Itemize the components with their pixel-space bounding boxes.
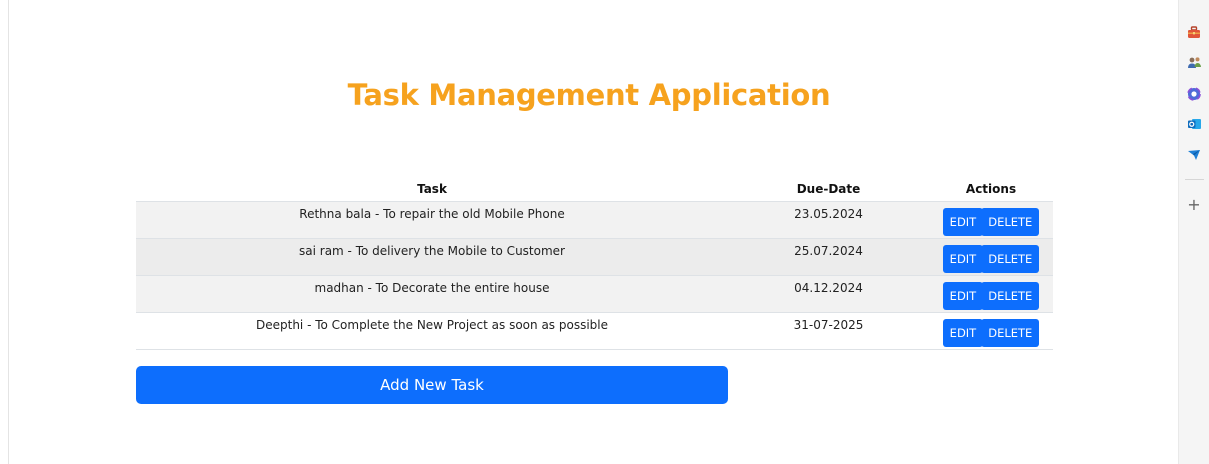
task-text: sai ram - To delivery the Mobile to Cust… [299,243,565,258]
add-new-task-button[interactable]: Add New Task [136,366,728,404]
column-header-actions: Actions [929,174,1053,202]
column-header-due-date: Due-Date [728,174,929,202]
delete-button[interactable]: DELETE [981,281,1040,310]
table-header-row: Task Due-Date Actions [136,174,1053,202]
task-cell: Deepthi - To Complete the New Project as… [136,312,728,350]
add-sidebar-app-button[interactable]: + [1186,197,1202,213]
column-header-task: Task [136,174,728,202]
due-date-cell: 31-07-2025 [728,312,929,350]
due-date-text: 23.05.2024 [794,206,863,221]
actions-cell: EDIT DELETE [929,312,1053,350]
actions-cell: EDIT DELETE [929,275,1053,313]
delete-button[interactable]: DELETE [981,244,1040,273]
table-row: Rethna bala - To repair the old Mobile P… [136,201,1053,239]
task-cell: madhan - To Decorate the entire house [136,275,728,313]
outlook-icon[interactable] [1186,116,1202,132]
due-date-text: 04.12.2024 [794,280,863,295]
due-date-cell: 04.12.2024 [728,275,929,313]
due-date-text: 31-07-2025 [793,317,864,332]
sidebar-divider [1185,179,1204,180]
page-left-border [8,0,9,464]
edit-button[interactable]: EDIT [942,244,984,273]
table-row: madhan - To Decorate the entire house 04… [136,275,1053,313]
copilot-icon[interactable] [1186,86,1202,102]
actions-cell: EDIT DELETE [929,201,1053,239]
page-title: Task Management Application [347,78,831,112]
task-text: Rethna bala - To repair the old Mobile P… [299,206,565,221]
delete-button[interactable]: DELETE [981,207,1040,236]
table-row: Deepthi - To Complete the New Project as… [136,312,1053,350]
toolbox-icon[interactable] [1186,24,1202,40]
task-text: Deepthi - To Complete the New Project as… [255,317,608,332]
due-date-cell: 25.07.2024 [728,238,929,276]
browser-sidebar: + [1178,0,1209,464]
people-icon[interactable] [1186,54,1202,70]
task-cell: Rethna bala - To repair the old Mobile P… [136,201,728,239]
send-icon[interactable] [1186,147,1202,163]
task-table: Task Due-Date Actions Rethna bala - To r… [136,174,1053,350]
due-date-text: 25.07.2024 [794,243,863,258]
task-text: madhan - To Decorate the entire house [314,280,550,295]
edit-button[interactable]: EDIT [942,281,984,310]
due-date-cell: 23.05.2024 [728,201,929,239]
task-cell: sai ram - To delivery the Mobile to Cust… [136,238,728,276]
edit-button[interactable]: EDIT [942,207,984,236]
delete-button[interactable]: DELETE [981,318,1040,347]
actions-cell: EDIT DELETE [929,238,1053,276]
edit-button[interactable]: EDIT [942,318,984,347]
table-row: sai ram - To delivery the Mobile to Cust… [136,238,1053,276]
